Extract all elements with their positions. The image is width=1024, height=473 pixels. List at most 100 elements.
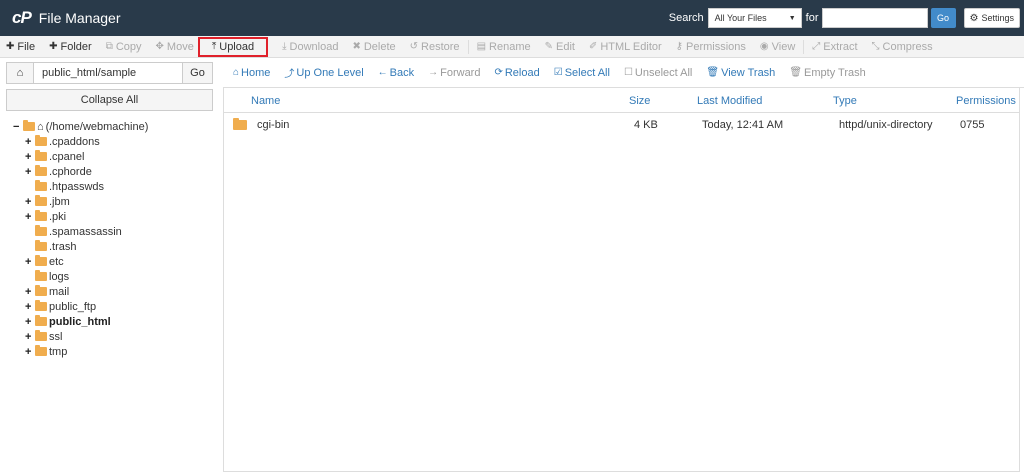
table-row[interactable]: cgi-bin 4 KB Today, 12:41 AM httpd/unix-… [224,113,1019,137]
app-title: File Manager [38,10,121,26]
home-button[interactable]: ⌂ Home [233,67,270,79]
compress-button[interactable]: ⤡ Compress [872,41,933,53]
empty-trash-label: Empty Trash [804,66,866,79]
edit-button[interactable]: ✎ Edit [545,41,575,53]
settings-button[interactable]: ⚙ Settings [963,8,1020,28]
file-table-header: Name Size Last Modified Type Permissions [224,88,1019,113]
up-one-level-button[interactable]: ⤴ Up One Level [284,65,363,81]
tree-item-label: tmp [49,345,68,358]
folder-icon [35,225,47,236]
forward-button[interactable]: → Forward [428,67,480,79]
plus-icon[interactable]: + [25,346,35,358]
tree-item-spamassassin[interactable]: .spamassassin [25,224,148,239]
empty-trash-button[interactable]: 🗑 Empty Trash [789,67,865,79]
reload-button[interactable]: ⟳ Reload [494,67,539,79]
copy-button[interactable]: ⧉ Copy [106,41,142,53]
permissions-button[interactable]: ⚷ Permissions [676,41,746,53]
new-folder-button[interactable]: ✚ Folder [49,41,92,53]
rename-button[interactable]: ▤ Rename [477,41,531,53]
plus-icon: ✚ [6,41,15,52]
copy-icon: ⧉ [105,41,113,52]
extract-button[interactable]: ⤢ Extract [812,41,857,53]
tree-item-mail[interactable]: + mail [25,284,148,299]
tree-item-cpaddons[interactable]: + .cpaddons [25,134,148,149]
trash-icon: 🗑 [789,67,803,78]
select-all-label: Select All [564,66,610,79]
plus-icon[interactable]: + [25,301,35,313]
search-label: Search [668,12,704,24]
file-type: httpd/unix-directory [839,119,933,131]
undo-icon: ↺ [409,41,419,52]
path-input[interactable]: public_html/sample [34,62,183,84]
search-scope-select[interactable]: All Your Files ▼ [707,8,802,28]
view-trash-label: View Trash [721,66,776,79]
search-input[interactable] [821,8,928,28]
download-button[interactable]: ⤓ Download [282,41,338,53]
tree-item-public-html[interactable]: + public_html [25,314,148,329]
tree-item-label: .cpaddons [49,135,100,148]
forward-label: Forward [440,66,481,79]
view-trash-button[interactable]: 🗑 View Trash [706,67,775,79]
tree-item-etc[interactable]: + etc [25,254,148,269]
new-file-button[interactable]: ✚ File [6,41,35,53]
move-button[interactable]: ✥ Move [156,41,194,53]
search-scope-value: All Your Files [714,13,767,23]
tree-item-label: .trash [49,240,77,253]
select-all-button[interactable]: ☑ Select All [554,67,610,79]
plus-icon[interactable]: + [25,316,35,328]
plus-icon[interactable]: + [25,211,35,223]
gear-icon: ⚙ [969,12,979,24]
plus-icon[interactable]: + [25,331,35,343]
search-go-button[interactable]: Go [930,8,956,28]
plus-icon[interactable]: + [25,196,35,208]
extract-label: Extract [823,40,858,53]
collapse-all-button[interactable]: Collapse All [6,89,213,111]
tree-item-label: ssl [49,330,63,343]
plus-icon[interactable]: + [25,166,35,178]
toolbar: ✚ File ✚ Folder ⧉ Copy ✥ Move ⤒ Upload ⤓ Downl… [0,36,1024,58]
back-button[interactable]: ← Back [378,67,414,79]
folder-icon [35,165,47,176]
new-file-label: File [17,40,36,53]
tree-item-public-ftp[interactable]: + public_ftp [25,299,148,314]
app-logo[interactable]: cP File Manager [12,8,121,28]
column-header-type[interactable]: Type [833,95,857,107]
plus-icon[interactable]: + [25,151,35,163]
column-header-size[interactable]: Size [629,95,650,107]
plus-icon[interactable]: + [25,286,35,298]
upload-icon: ⤒ [211,41,217,52]
tree-item-jbm[interactable]: + .jbm [25,194,148,209]
tree-item-cpanel[interactable]: + .cpanel [25,149,148,164]
home-icon: ⌂ [37,120,44,133]
unselect-all-button[interactable]: ☐ Unselect All [624,67,692,79]
tree-item-htpasswds[interactable]: .htpasswds [25,179,148,194]
column-header-name[interactable]: Name [251,95,280,107]
tree-root[interactable]: − ⌂ (/home/webmachine) [13,119,148,134]
tree-item-label: .cphorde [49,165,92,178]
html-editor-button[interactable]: ✐ HTML Editor [589,41,662,53]
tree-item-pki[interactable]: + .pki [25,209,148,224]
upload-button[interactable]: ⤒ Upload [197,36,269,57]
delete-button[interactable]: ✖ Delete [352,41,395,53]
tree-item-trash[interactable]: .trash [25,239,148,254]
tree-item-logs[interactable]: logs [25,269,148,284]
tree-item-tmp[interactable]: + tmp [25,344,148,359]
folder-icon [35,330,47,341]
html-editor-label: HTML Editor [600,40,662,53]
home-icon: ⌂ [233,67,240,78]
edit-box-icon: ✐ [588,41,598,52]
tree-item-ssl[interactable]: + ssl [25,329,148,344]
view-button[interactable]: ◉ View [760,41,795,53]
checkbox-empty-icon: ☐ [623,67,633,78]
tree-item-cphorde[interactable]: + .cphorde [25,164,148,179]
column-header-permissions[interactable]: Permissions [956,95,1016,107]
back-label: Back [389,66,415,79]
minus-icon[interactable]: − [13,121,23,133]
file-name: cgi-bin [257,119,290,131]
column-header-modified[interactable]: Last Modified [697,95,762,107]
path-go-button[interactable]: Go [183,62,213,84]
plus-icon[interactable]: + [25,256,35,268]
restore-button[interactable]: ↺ Restore [410,41,460,53]
home-icon[interactable]: ⌂ [6,62,34,84]
plus-icon[interactable]: + [25,136,35,148]
